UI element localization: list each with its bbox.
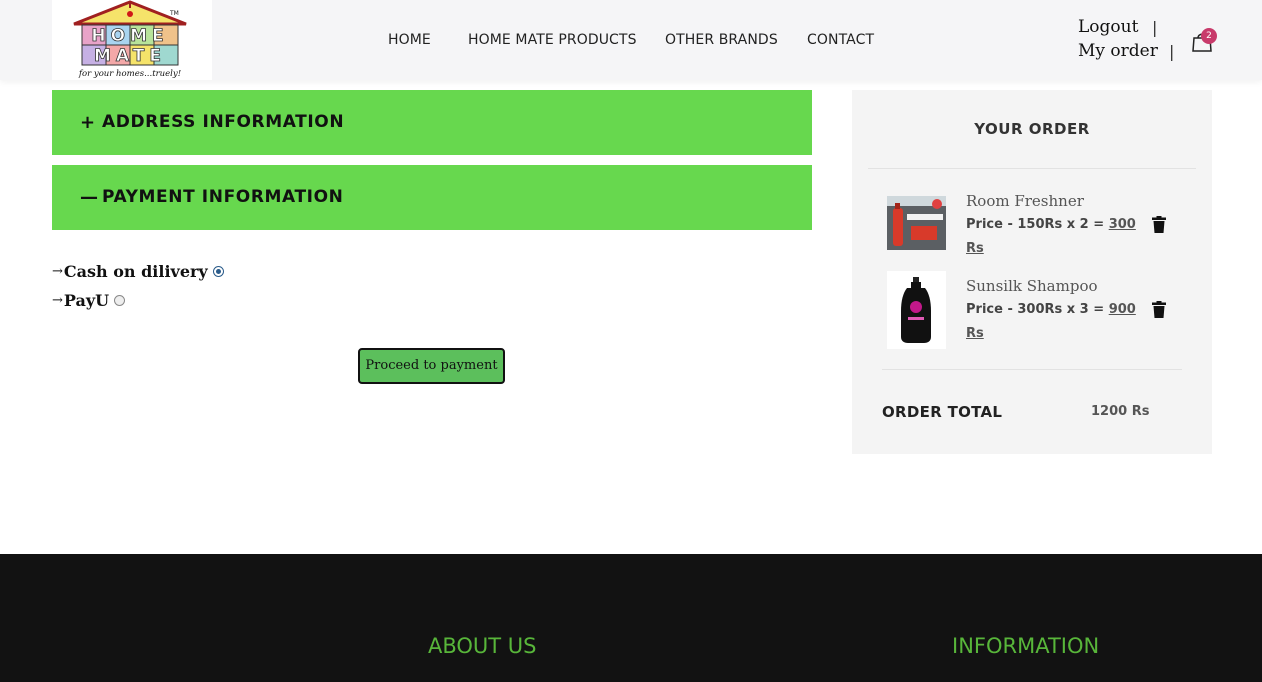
my-order-link[interactable]: My order	[1078, 41, 1158, 61]
arrow-right-icon: →	[52, 264, 63, 279]
nav-other-brands[interactable]: OTHER BRANDS	[665, 32, 778, 48]
footer-about-heading: ABOUT US	[428, 634, 537, 658]
payment-option-label: PayU	[63, 291, 110, 310]
order-total-label: ORDER TOTAL	[882, 403, 1003, 421]
trash-icon[interactable]	[1152, 301, 1166, 318]
minus-icon: —	[80, 187, 98, 208]
order-total-value: 1200 Rs	[1091, 404, 1150, 419]
footer-information-heading: INFORMATION	[952, 634, 1100, 658]
nav-contact[interactable]: CONTACT	[807, 32, 874, 48]
payment-information-section[interactable]: — PAYMENT INFORMATION	[52, 165, 812, 230]
address-information-section[interactable]: + ADDRESS INFORMATION	[52, 90, 812, 155]
order-summary-title: YOUR ORDER	[974, 120, 1090, 138]
sunsilk-shampoo-image	[887, 271, 946, 349]
home-mate-logo-graphic: TM HOME MATE for your homes...truely!	[73, 0, 187, 79]
order-item-name: Room Freshner	[966, 192, 1084, 210]
order-summary-panel: YOUR ORDER Room Freshner Price - 150Rs x…	[852, 90, 1212, 454]
payment-option-cod[interactable]: → Cash on dilivery	[52, 262, 224, 281]
divider	[882, 369, 1182, 370]
svg-text:for your homes...truely!: for your homes...truely!	[78, 69, 181, 79]
payment-information-title: PAYMENT INFORMATION	[102, 187, 344, 207]
payment-option-label: Cash on dilivery	[63, 262, 208, 281]
trash-icon[interactable]	[1152, 216, 1166, 233]
logout-link[interactable]: Logout	[1078, 17, 1138, 37]
svg-text:MATE: MATE	[94, 46, 166, 66]
proceed-to-payment-button[interactable]: Proceed to payment	[358, 348, 505, 384]
payment-option-payu[interactable]: → PayU	[52, 291, 126, 310]
address-information-title: ADDRESS INFORMATION	[102, 112, 345, 132]
order-item-price: Price - 300Rs x 3 = 900 Rs	[966, 302, 1136, 341]
svg-text:TM: TM	[169, 10, 179, 17]
header-separator: |	[1152, 18, 1158, 37]
nav-home-mate-products[interactable]: HOME MATE PRODUCTS	[468, 32, 637, 48]
cod-radio[interactable]	[212, 266, 224, 277]
arrow-right-icon: →	[52, 293, 63, 308]
site-header: TM HOME MATE for your homes...truely! HO…	[0, 0, 1262, 80]
plus-icon: +	[80, 112, 96, 133]
nav-home[interactable]: HOME	[388, 32, 431, 48]
order-item-price: Price - 150Rs x 2 = 300 Rs	[966, 217, 1136, 256]
order-item-name: Sunsilk Shampoo	[966, 277, 1098, 295]
divider	[868, 168, 1196, 169]
cart-count-badge: 2	[1201, 28, 1217, 44]
payu-radio[interactable]	[114, 295, 126, 306]
site-footer: ABOUT US INFORMATION	[0, 554, 1262, 682]
header-separator: |	[1169, 42, 1175, 61]
home-mate-logo[interactable]: TM HOME MATE for your homes...truely!	[52, 0, 212, 80]
room-freshner-image	[887, 196, 946, 250]
svg-text:HOME: HOME	[91, 26, 168, 46]
